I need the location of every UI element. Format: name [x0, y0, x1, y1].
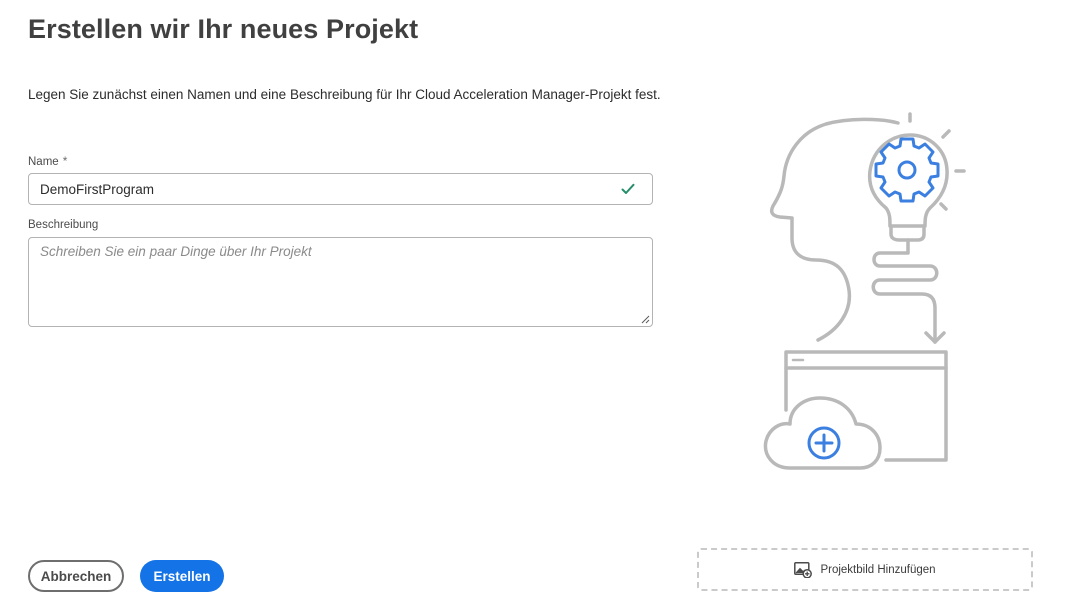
name-label: Name *: [28, 154, 67, 168]
checkmark-icon: [621, 183, 635, 194]
bulb-outline: [867, 133, 949, 228]
description-field[interactable]: [28, 237, 653, 327]
name-label-text: Name: [28, 156, 59, 168]
bulb-ray-upper-right: [941, 129, 951, 139]
create-project-page: Erstellen wir Ihr neues Projekt Legen Si…: [0, 0, 1088, 611]
gear-icon: [874, 137, 940, 203]
project-illustration: [763, 112, 966, 470]
add-project-image-label: Projektbild Hinzufügen: [820, 563, 936, 576]
name-field[interactable]: [28, 173, 653, 205]
required-marker: *: [62, 154, 68, 168]
add-project-image-dropzone[interactable]: Projektbild Hinzufügen: [697, 548, 1033, 591]
cancel-button[interactable]: Abbrechen: [28, 560, 124, 592]
bulb-ray-lower-right: [939, 202, 948, 211]
page-intro: Legen Sie zunächst einen Namen und eine …: [28, 87, 661, 102]
description-textarea[interactable]: [29, 238, 652, 326]
bulb-wire: [871, 238, 939, 344]
bulb-base: [889, 224, 926, 242]
add-image-icon: [794, 561, 813, 578]
page-title: Erstellen wir Ihr neues Projekt: [28, 14, 419, 44]
description-label: Beschreibung: [28, 219, 98, 231]
description-label-text: Beschreibung: [28, 219, 99, 231]
resize-handle-icon[interactable]: [641, 315, 650, 324]
create-button[interactable]: Erstellen: [140, 560, 224, 592]
name-input[interactable]: [29, 174, 619, 204]
